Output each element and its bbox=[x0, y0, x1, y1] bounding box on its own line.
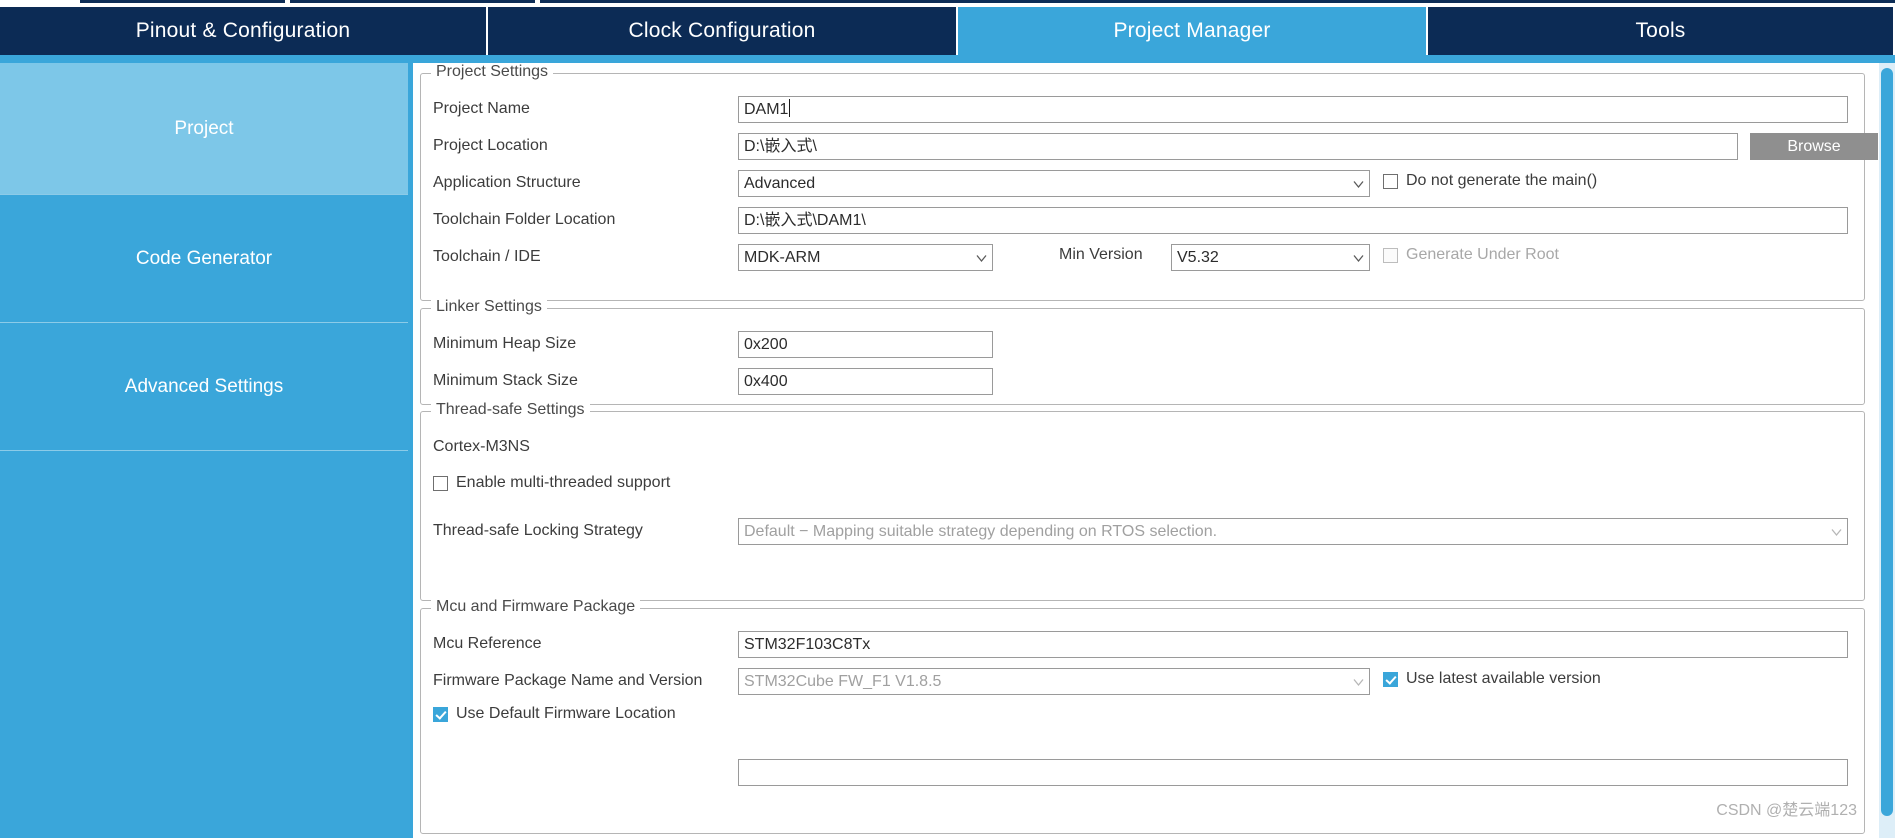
group-linker-settings-title: Linker Settings bbox=[431, 298, 547, 316]
label-toolchain-ide: Toolchain / IDE bbox=[433, 248, 541, 265]
tab-tools-label: Tools bbox=[1635, 19, 1686, 42]
input-project-name[interactable]: DAM1 bbox=[738, 96, 1848, 123]
input-mcu-reference[interactable]: STM32F103C8Tx bbox=[738, 631, 1848, 658]
input-minimum-heap-size[interactable]: 0x200 bbox=[738, 331, 993, 358]
sidebar-item-code-generator-label: Code Generator bbox=[135, 247, 273, 269]
label-core-name: Cortex-M3NS bbox=[433, 438, 530, 455]
group-mcu-and-firmware-package: Mcu and Firmware Package Mcu Reference S… bbox=[420, 598, 1865, 834]
checkbox-do-not-generate-main-box bbox=[1383, 173, 1398, 189]
input-minimum-stack-size[interactable]: 0x400 bbox=[738, 368, 993, 395]
select-thread-safe-locking-strategy-value: Default − Mapping suitable strategy depe… bbox=[744, 523, 1218, 540]
tab-pinout-configuration[interactable]: Pinout & Configuration bbox=[0, 7, 486, 55]
tab-project-manager[interactable]: Project Manager bbox=[956, 7, 1426, 55]
label-minimum-heap-size: Minimum Heap Size bbox=[433, 335, 577, 352]
sidebar-item-advanced-settings[interactable]: Advanced Settings bbox=[0, 323, 408, 451]
watermark-text: CSDN @楚云端123 bbox=[1716, 802, 1857, 819]
main-tab-bar: Pinout & Configuration Clock Configurati… bbox=[0, 7, 1895, 55]
tab-clock-configuration[interactable]: Clock Configuration bbox=[486, 7, 956, 55]
checkbox-use-default-firmware-location-box bbox=[433, 706, 448, 722]
label-project-name: Project Name bbox=[433, 100, 530, 117]
input-firmware-relative-path[interactable] bbox=[738, 759, 1848, 786]
tab-accent-bar bbox=[0, 55, 1895, 63]
label-firmware-package-name-and-version: Firmware Package Name and Version bbox=[433, 672, 703, 689]
vertical-scrollbar-thumb[interactable] bbox=[1881, 68, 1893, 816]
select-min-version-value: V5.32 bbox=[1177, 249, 1219, 266]
sidebar-item-project-label: Project bbox=[174, 117, 234, 139]
sidebar-item-code-generator[interactable]: Code Generator bbox=[0, 195, 408, 323]
input-project-name-value: DAM1 bbox=[744, 101, 789, 118]
tab-project-manager-label: Project Manager bbox=[1113, 19, 1271, 42]
checkbox-enable-multi-threaded-support-box bbox=[433, 475, 448, 491]
text-caret bbox=[789, 99, 791, 117]
checkbox-generate-under-root-label: Generate Under Root bbox=[1406, 246, 1559, 263]
checkbox-generate-under-root[interactable]: Generate Under Root bbox=[1383, 246, 1559, 264]
checkbox-do-not-generate-main[interactable]: Do not generate the main() bbox=[1383, 172, 1597, 190]
group-thread-safe-settings: Thread-safe Settings Cortex-M3NS Enable … bbox=[420, 401, 1865, 601]
checkbox-use-latest-available-version[interactable]: Use latest available version bbox=[1383, 670, 1601, 688]
stm32cubemx-project-manager-window: Pinout & Configuration Clock Configurati… bbox=[0, 0, 1895, 838]
select-toolchain-ide-value: MDK-ARM bbox=[744, 249, 821, 266]
project-settings-content-panel: Project Settings Project Name DAM1 Proje… bbox=[408, 63, 1879, 838]
sidebar-item-advanced-settings-label: Advanced Settings bbox=[124, 375, 284, 397]
select-firmware-package-name-and-version-value: STM32Cube FW_F1 V1.8.5 bbox=[744, 673, 942, 690]
checkbox-use-default-firmware-location[interactable]: Use Default Firmware Location bbox=[433, 705, 676, 723]
label-project-location: Project Location bbox=[433, 137, 548, 154]
checkbox-use-latest-available-version-box bbox=[1383, 671, 1398, 687]
project-manager-sidebar: Project Code Generator Advanced Settings bbox=[0, 63, 408, 838]
group-project-settings: Project Settings Project Name DAM1 Proje… bbox=[420, 63, 1878, 301]
window-chrome-strip bbox=[0, 0, 1895, 7]
browse-button[interactable]: Browse bbox=[1750, 133, 1878, 160]
chevron-down-icon bbox=[1831, 528, 1842, 537]
checkbox-enable-multi-threaded-support-label: Enable multi-threaded support bbox=[456, 474, 671, 491]
input-toolchain-folder-location[interactable]: D:\嵌入式\DAM1\ bbox=[738, 207, 1848, 234]
input-project-location[interactable]: D:\嵌入式\ bbox=[738, 133, 1738, 160]
label-minimum-stack-size: Minimum Stack Size bbox=[433, 372, 578, 389]
tab-clock-configuration-label: Clock Configuration bbox=[628, 19, 816, 42]
content-left-accent-bar bbox=[408, 63, 413, 838]
chevron-down-icon bbox=[1353, 254, 1364, 263]
label-toolchain-folder-location: Toolchain Folder Location bbox=[433, 211, 616, 228]
chevron-down-icon bbox=[976, 254, 987, 263]
select-min-version[interactable]: V5.32 bbox=[1171, 244, 1370, 271]
label-application-structure: Application Structure bbox=[433, 174, 581, 191]
group-linker-settings: Linker Settings Minimum Heap Size 0x200 … bbox=[420, 298, 1865, 405]
group-project-settings-title: Project Settings bbox=[431, 63, 554, 81]
checkbox-generate-under-root-box bbox=[1383, 247, 1398, 263]
checkbox-use-latest-available-version-label: Use latest available version bbox=[1406, 670, 1601, 687]
tab-pinout-configuration-label: Pinout & Configuration bbox=[135, 19, 351, 42]
tab-tools[interactable]: Tools bbox=[1426, 7, 1893, 55]
select-firmware-package-name-and-version[interactable]: STM32Cube FW_F1 V1.8.5 bbox=[738, 668, 1370, 695]
label-mcu-reference: Mcu Reference bbox=[433, 635, 542, 652]
checkbox-use-default-firmware-location-label: Use Default Firmware Location bbox=[456, 705, 676, 722]
group-mcu-and-firmware-package-title: Mcu and Firmware Package bbox=[431, 598, 641, 616]
select-application-structure[interactable]: Advanced bbox=[738, 170, 1370, 197]
chevron-down-icon bbox=[1353, 678, 1364, 687]
label-min-version: Min Version bbox=[1059, 246, 1143, 263]
select-thread-safe-locking-strategy[interactable]: Default − Mapping suitable strategy depe… bbox=[738, 518, 1848, 545]
chevron-down-icon bbox=[1353, 180, 1364, 189]
label-thread-safe-locking-strategy: Thread-safe Locking Strategy bbox=[433, 522, 643, 539]
checkbox-enable-multi-threaded-support[interactable]: Enable multi-threaded support bbox=[433, 474, 670, 492]
select-application-structure-value: Advanced bbox=[744, 175, 816, 192]
select-toolchain-ide[interactable]: MDK-ARM bbox=[738, 244, 993, 271]
sidebar-item-project[interactable]: Project bbox=[0, 63, 408, 195]
group-thread-safe-settings-title: Thread-safe Settings bbox=[431, 401, 590, 419]
checkbox-do-not-generate-main-label: Do not generate the main() bbox=[1406, 172, 1598, 189]
sidebar-empty-area bbox=[0, 451, 408, 838]
